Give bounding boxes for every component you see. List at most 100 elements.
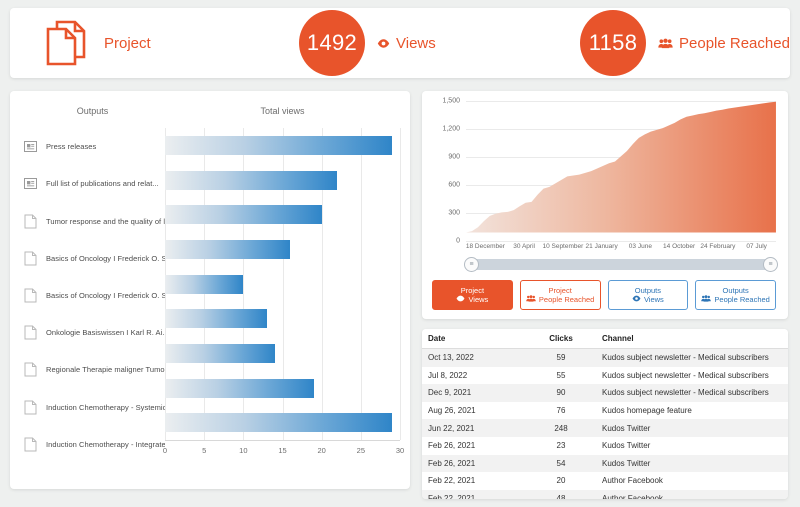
area-chart-x-tick: 03 June: [628, 243, 652, 250]
column-header-clicks[interactable]: Clicks: [526, 329, 596, 349]
metric-people-label: People Reached: [658, 35, 790, 52]
table-row[interactable]: Feb 22, 2021 20 Author Facebook: [422, 472, 788, 490]
clicks-table-body: Oct 13, 2022 59 Kudos subject newsletter -…: [422, 348, 788, 499]
cell-clicks: 90: [556, 388, 566, 398]
bar-chart-category-label: Press releases: [46, 142, 97, 152]
bar-chart-category-label: Full list of publications and relat...: [46, 179, 159, 189]
eye-icon: [456, 295, 465, 304]
bar-chart-category-label: Tumor response and the quality of l...: [46, 216, 165, 226]
range-slider-track[interactable]: [466, 259, 776, 270]
summary-header-card: Project 1492 Views 1158 People Reached: [10, 8, 790, 78]
bar-chart-category-row[interactable]: Press releases: [20, 128, 165, 165]
cell-date: Aug 26, 2021: [428, 406, 476, 416]
clicks-table: Date Clicks Channel Oct 13, 2022 59 Kudos …: [422, 329, 788, 499]
legend-button-1[interactable]: Project Views: [432, 280, 513, 310]
legend-button-metric: People Reached: [526, 295, 594, 304]
dashboard-page: Project 1492 Views 1158 People Reached O…: [0, 0, 800, 507]
bar-chart-category-row[interactable]: Induction Chemotherapy - Systemic a...: [20, 389, 165, 426]
users-icon: [701, 295, 712, 304]
table-row[interactable]: Jul 8, 2022 55 Kudos subject newsletter - …: [422, 366, 788, 385]
bar-chart-bar[interactable]: [165, 378, 314, 398]
bar-chart-x-tick: 10: [239, 446, 248, 455]
table-row[interactable]: Oct 13, 2022 59 Kudos subject newsletter -…: [422, 348, 788, 367]
bar-chart-bar[interactable]: [165, 239, 291, 259]
bar-chart-x-tick: 0: [162, 446, 168, 455]
bar-chart-bars-area: 0 5 10 15 20 25 30: [162, 123, 404, 463]
bar-chart-category-row[interactable]: Full list of publications and relat...: [20, 165, 165, 202]
area-chart-x-tick: 07 July: [746, 243, 767, 250]
bar-chart-bar[interactable]: [165, 309, 267, 329]
area-chart-x-tick: 30 April: [513, 243, 535, 250]
bar-chart-bar[interactable]: [165, 274, 244, 294]
range-slider-handle-right[interactable]: ≡: [763, 257, 778, 272]
bar-chart-bar-slot: [165, 197, 400, 232]
bar-chart-category-row[interactable]: Tumor response and the quality of l...: [20, 202, 165, 239]
legend-button-title: Outputs: [722, 285, 749, 295]
bar-chart-plot: Press releases Full list of publications …: [20, 123, 404, 463]
bar-chart-category-label: Induction Chemotherapy - Integrated...: [46, 439, 165, 449]
bar-chart-bar[interactable]: [165, 343, 275, 363]
cell-date: Feb 26, 2021: [428, 441, 476, 451]
cell-channel: Author Facebook: [602, 476, 663, 486]
table-row[interactable]: Feb 26, 2021 23 Kudos Twitter: [422, 436, 788, 455]
cell-date: Jul 8, 2022: [428, 370, 468, 380]
documents-icon: [44, 19, 90, 67]
outputs-bar-chart-card: Outputs Total views Press releases Full l…: [10, 91, 410, 489]
cell-clicks: 48: [556, 494, 566, 499]
bar-chart-bar-slot: [165, 267, 400, 302]
legend-button-2[interactable]: Project People Reached: [519, 280, 601, 310]
eye-icon: [377, 38, 390, 49]
range-slider-handle-left[interactable]: ≡: [464, 257, 479, 272]
table-row[interactable]: Dec 9, 2021 90 Kudos subject newsletter - …: [422, 384, 788, 402]
metric-views-text: Views: [396, 34, 436, 52]
cell-clicks: 76: [556, 406, 566, 416]
bar-chart-category-label: Induction Chemotherapy - Systemic a...: [46, 402, 165, 412]
news-box-icon: [24, 176, 37, 191]
legend-button-3[interactable]: Outputs Views: [607, 280, 689, 310]
bar-chart-x-tick: 15: [278, 446, 287, 455]
bar-chart-category-row[interactable]: Regionale Therapie maligner Tumoren...: [20, 351, 165, 388]
users-icon: [658, 38, 673, 49]
bar-chart-bar[interactable]: [165, 170, 338, 190]
bar-chart-category-row[interactable]: Basics of Oncology I Frederick O. S...: [20, 240, 165, 277]
table-row[interactable]: Jun 22, 2021 248 Kudos Twitter: [422, 419, 788, 437]
metric-views: 1492 Views: [299, 10, 436, 76]
area-chart-x-axis: 18 December 30 April 10 September 21 Januar…: [466, 243, 776, 255]
area-chart-range-slider[interactable]: ≡ ≡: [464, 257, 778, 272]
area-chart-y-tick: 1,200: [442, 125, 460, 133]
bar-chart-bar[interactable]: [165, 135, 393, 155]
area-chart-x-tick: 18 December: [465, 243, 505, 250]
right-column: 0 300 600 900 1,200 1,500 18 December 30…: [422, 91, 788, 499]
views-count-circle: 1492: [299, 10, 365, 76]
cell-clicks: 23: [556, 441, 566, 451]
bar-chart-x-tick: 20: [317, 446, 326, 455]
bar-chart-totalviews-header: Total views: [260, 106, 305, 116]
bar-chart-bar-slot: [165, 301, 400, 336]
table-row[interactable]: Feb 26, 2021 54 Kudos Twitter: [422, 454, 788, 473]
bar-chart-category-row[interactable]: Onkologie Basiswissen I Karl R. Ai...: [20, 314, 165, 351]
area-chart-series-views: [466, 101, 776, 233]
bar-chart-x-tick: 5: [202, 446, 207, 455]
bar-chart-category-label: Basics of Oncology I Frederick O. S...: [46, 290, 165, 300]
bar-chart-category-row[interactable]: Basics of Oncology I Frederick O. S...: [20, 277, 165, 314]
metric-project-label: Project: [104, 34, 151, 52]
bar-chart-bar-slot: [165, 336, 400, 371]
document-icon: [24, 437, 37, 452]
bar-chart-category-row[interactable]: Induction Chemotherapy - Integrated...: [20, 426, 165, 463]
legend-button-title: Project: [460, 285, 485, 295]
table-row[interactable]: Feb 22, 2021 48 Author Facebook: [422, 489, 788, 499]
column-header-channel[interactable]: Channel: [596, 329, 788, 349]
legend-button-title: Outputs: [634, 285, 661, 295]
column-header-date[interactable]: Date: [422, 329, 526, 349]
bar-chart-bar[interactable]: [165, 413, 393, 433]
table-row[interactable]: Aug 26, 2021 76 Kudos homepage feature: [422, 401, 788, 420]
metric-people-text: People Reached: [679, 34, 790, 52]
legend-button-4[interactable]: Outputs People Reached: [695, 280, 776, 310]
cell-channel: Kudos homepage feature: [602, 406, 692, 416]
bar-chart-bar[interactable]: [165, 205, 322, 225]
area-chart-plot-box: [466, 101, 776, 242]
cell-channel: Kudos subject newsletter - Medical subsc…: [602, 370, 769, 380]
area-chart-y-tick: 0: [456, 237, 460, 245]
cumulative-area-chart-card: 0 300 600 900 1,200 1,500 18 December 30…: [422, 91, 788, 319]
cell-clicks: 54: [556, 458, 566, 468]
